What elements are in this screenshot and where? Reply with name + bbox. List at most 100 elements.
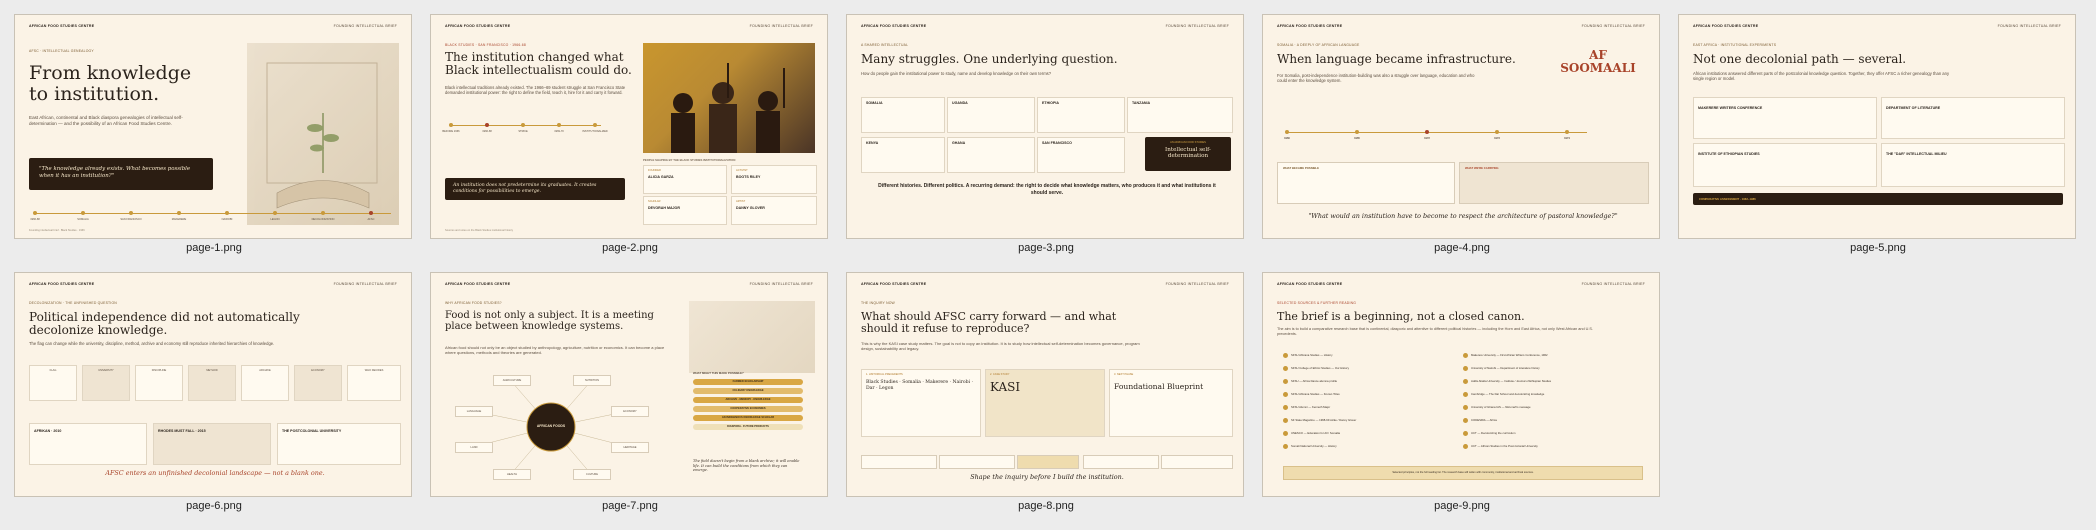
timeline-label: 1966-68 [30, 218, 40, 221]
slide-footer: Founding intellectual brief · Black Stud… [29, 229, 85, 232]
kicker: SOMALIA · A DEEPLY OF AFRICAN LANGUAGE [1277, 43, 1360, 47]
header-right: FOUNDING INTELLECTUAL BRIEF [333, 24, 397, 28]
protest-illustration [643, 43, 815, 153]
movement-name: THE POSTCOLONIAL UNIVERSITY [282, 429, 342, 433]
person-card: ARTIST DANNY GLOVER [731, 196, 817, 225]
slide-footer: Sources and notes on the Black Studies i… [445, 229, 514, 232]
quote-text: An institution does not predetermine its… [453, 183, 597, 194]
timeline-dot [521, 123, 525, 127]
slide-title: The institution changed what Black intel… [445, 50, 632, 77]
thumbnail-page-1[interactable]: AFRICAN FOOD STUDIES CENTRE FOUNDING INT… [14, 14, 414, 254]
institution-card: DEPARTMENT OF LITERATURE [1881, 97, 2065, 139]
flow-step-label: UNIVERSITY [98, 369, 114, 372]
timeline-dot [129, 211, 133, 215]
thumbnail-page-2[interactable]: AFRICAN FOOD STUDIES CENTRE FOUNDING INT… [430, 14, 830, 254]
kicker: SELECTED SOURCES & FURTHER READING [1277, 301, 1357, 305]
quote-box: "The knowledge already exists. What beco… [29, 158, 213, 190]
institution-name: THE "DAR" INTELLECTUAL MILIEU [1886, 152, 1947, 156]
source-text: SFSU Africana Studies — History [1291, 353, 1333, 358]
institution-name: MAKERERE WRITERS CONFERENCE [1698, 106, 1763, 110]
slide-page-4: AFRICAN FOOD STUDIES CENTRE FOUNDING INT… [1262, 14, 1660, 239]
thumbnail-page-4[interactable]: AFRICAN FOOD STUDIES CENTRE FOUNDING INT… [1262, 14, 1662, 254]
thumbnail-page-3[interactable]: AFRICAN FOOD STUDIES CENTRE FOUNDING INT… [846, 14, 1246, 254]
region-name: GHANA [952, 141, 966, 145]
timeline-label: 1969-70 [554, 130, 564, 133]
phase-card: 1. HISTORICAL PRECEDENTS Black Studies ·… [861, 369, 981, 437]
region-card: SOMALIA [861, 97, 945, 133]
slide-subtitle: For Somalia, post-independence instituti… [1277, 73, 1475, 84]
movement-name: AFRIKAN · 2010 [34, 429, 62, 433]
header-right: FOUNDING INTELLECTUAL BRIEF [333, 282, 397, 286]
timeline-label: 1973 [1494, 137, 1500, 140]
source-item: SFSU Alumni — Kenneth Major [1283, 405, 1330, 410]
region-name: SOMALIA [866, 101, 883, 105]
thumbnail-page-9[interactable]: AFRICAN FOOD STUDIES CENTRE FOUNDING INT… [1262, 272, 1662, 512]
source-text: Somali National University — History [1291, 444, 1337, 449]
detail-chip [861, 455, 937, 469]
bottom-statement: Different histories. Different politics.… [878, 183, 1216, 196]
source-item: Cambridge — The Dar School and decoloniz… [1463, 392, 1544, 397]
source-text: SFSU Alumni — Kenneth Major [1291, 405, 1331, 410]
thumbnail-page-8[interactable]: AFRICAN FOOD STUDIES CENTRE FOUNDING INT… [846, 272, 1246, 512]
thumbnail-page-6[interactable]: AFRICAN FOOD STUDIES CENTRE FOUNDING INT… [14, 272, 414, 512]
slide-page-3: AFRICAN FOOD STUDIES CENTRE FOUNDING INT… [846, 14, 1244, 239]
flow-step: DISCIPLINE [135, 365, 183, 401]
region-card: TANZANIA [1127, 97, 1233, 133]
quote-text: "The knowledge already exists. What beco… [39, 166, 191, 180]
source-text: University of Nairobi — Department of Li… [1471, 366, 1540, 371]
region-card: UGANDA [947, 97, 1035, 133]
assessment-bar: COMPARATIVE ASSESSMENT · 1962–1986 [1693, 193, 2063, 205]
possibility-pill: FARMER-SCHOLARSHIP [693, 379, 803, 385]
header-right: FOUNDING INTELLECTUAL BRIEF [1581, 282, 1645, 286]
source-item: SFSU Africana Studies — Known Titles [1283, 392, 1340, 397]
kicker: WHY AFRICAN FOOD STUDIES? [445, 301, 502, 305]
slide-subtitle: African institutions answered different … [1693, 71, 1950, 82]
slide-page-7: AFRICAN FOOD STUDIES CENTRE FOUNDING INT… [430, 272, 828, 497]
header-left: AFRICAN FOOD STUDIES CENTRE [1277, 24, 1343, 28]
source-item: UCT — Decolonizing the curriculum [1463, 431, 1515, 436]
timeline-dot [485, 123, 489, 127]
phase-card: 3. NEXT PHASE Foundational Blueprint [1109, 369, 1233, 437]
carrying-box: WHAT WE'RE CARRYING [1459, 162, 1649, 204]
thumbnail-filename: page-6.png [186, 500, 242, 512]
person-name: DANNY GLOVER [736, 206, 765, 210]
header-left: AFRICAN FOOD STUDIES CENTRE [1277, 282, 1343, 286]
thumbnail-page-7[interactable]: AFRICAN FOOD STUDIES CENTRE FOUNDING INT… [430, 272, 830, 512]
person-card: SCHOLAR DEVORAH MAJOR [643, 196, 727, 225]
timeline-label: NAIROBI [221, 218, 233, 221]
highlight-label: AN AFRICAN FOOD STUDIES [1170, 141, 1206, 144]
timeline-dot [449, 123, 453, 127]
possibility-pill: DIASPORA · FUTURE PRODUCTS [693, 424, 803, 430]
thumbnail-filename: page-1.png [186, 242, 242, 254]
people-panel-title: PEOPLE SHAPING BY THE BLACK STUDIES INST… [643, 158, 736, 162]
slide-title: Not one decolonial path — several. [1693, 52, 1907, 66]
timeline-dot [369, 211, 373, 215]
flow-step: UNIVERSITY [82, 365, 130, 401]
possibility-pill: AN INDIGENOUS KNOWLEDGE SCHOLAR [693, 415, 803, 421]
closing-quote: AFSC enters an unfinished decolonial lan… [105, 469, 325, 477]
source-text: SFSU Africana Studies — Known Titles [1291, 392, 1340, 397]
source-text: SFSU — Africa Dance alumna profile [1291, 379, 1338, 384]
slide-subtitle: This is why the KASI case study matters.… [861, 341, 1140, 352]
thumbnail-filename: page-7.png [602, 500, 658, 512]
timeline-dot [557, 123, 561, 127]
network-node: NUTRITION [573, 375, 611, 386]
slide-title: When language became infrastructure. [1277, 52, 1516, 66]
header-left: AFRICAN FOOD STUDIES CENTRE [445, 282, 511, 286]
timeline-dot [1355, 130, 1359, 134]
timeline-dot [321, 211, 325, 215]
closing-note: The field doesn't begin from a blank arc… [693, 459, 800, 473]
header-right: FOUNDING INTELLECTUAL BRIEF [749, 24, 813, 28]
quote-box: An institution does not predetermine its… [445, 178, 625, 200]
region-card: SAN FRANCISCO [1037, 137, 1125, 173]
source-item: University of Ghana IAS — Nkrumah's mess… [1463, 405, 1531, 410]
header-right: FOUNDING INTELLECTUAL BRIEF [1165, 24, 1229, 28]
flow-step-label: METHOD [206, 369, 218, 372]
possibilities-list: WHAT MIGHT THIS MAKE POSSIBLE? FARMER-SC… [693, 371, 803, 451]
source-item: University of Nairobi — Department of Li… [1463, 366, 1540, 371]
detail-chip [1083, 455, 1159, 469]
thumbnail-filename: page-5.png [1850, 242, 1906, 254]
source-text: UCT — Decolonizing the curriculum [1471, 431, 1516, 436]
thumbnail-page-5[interactable]: AFRICAN FOOD STUDIES CENTRE FOUNDING INT… [1678, 14, 2078, 254]
logo-line2: SOOMAALI [1560, 60, 1636, 75]
